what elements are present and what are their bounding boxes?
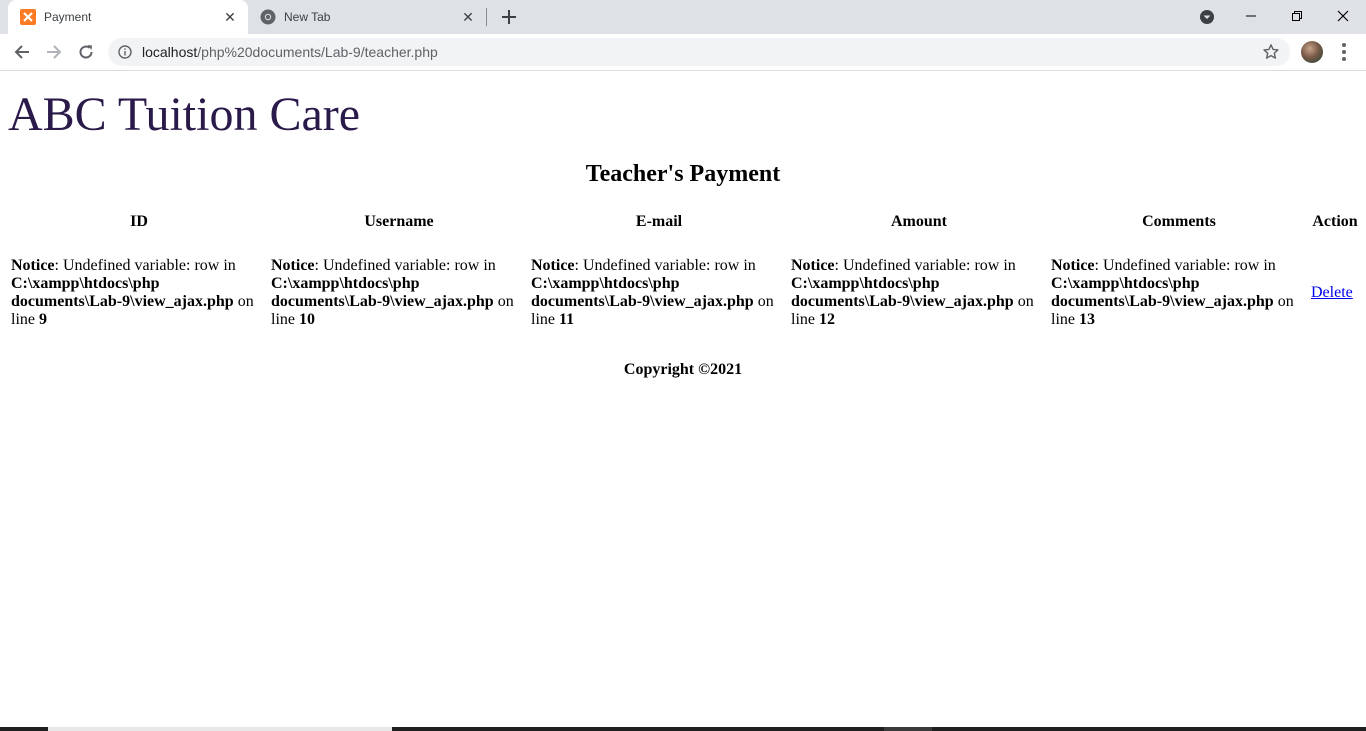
- taskbar-edge: [0, 727, 1366, 731]
- menu-button[interactable]: [1334, 42, 1354, 62]
- browser-toolbar: localhost/php%20documents/Lab-9/teacher.…: [0, 34, 1366, 71]
- delete-link[interactable]: Delete: [1311, 284, 1353, 301]
- notice-line-number: 12: [819, 311, 835, 328]
- footer-copyright: Copyright ©2021: [623, 361, 743, 378]
- dot: [1342, 57, 1346, 61]
- tab-payment[interactable]: Payment ✕: [8, 0, 248, 34]
- notice-cell: Notice: Undefined variable: row in C:\xa…: [1050, 255, 1308, 330]
- tab-separator: [486, 8, 487, 26]
- action-cell: Delete: [1310, 255, 1360, 330]
- column-header-action: Action: [1312, 213, 1358, 230]
- notice-path: C:\xampp\htdocs\php: [11, 275, 160, 292]
- browser-tabstrip: Payment ✕ New Tab ✕: [0, 0, 1366, 34]
- close-window-button[interactable]: [1320, 0, 1366, 32]
- plus-icon: [502, 10, 516, 24]
- restore-icon: [1292, 11, 1302, 21]
- payment-table: ID Username E-mail Amount Comments Actio…: [8, 209, 1362, 332]
- tab-search-button[interactable]: [1198, 8, 1216, 26]
- url-host: localhost: [142, 44, 198, 60]
- chevron-down-icon: [1200, 10, 1214, 24]
- info-icon[interactable]: [118, 45, 132, 59]
- notice-line-number: 11: [559, 311, 575, 328]
- forward-button[interactable]: [42, 40, 66, 64]
- column-header-id: ID: [130, 213, 148, 230]
- notice-file: documents\Lab-9\view_ajax.php: [791, 293, 1014, 310]
- notice-message: : Undefined variable: row in: [314, 257, 496, 274]
- page-title: Teacher's Payment: [585, 161, 781, 187]
- notice-cell: Notice: Undefined variable: row in C:\xa…: [790, 255, 1048, 330]
- notice-line-number: 9: [39, 311, 47, 328]
- dot: [1342, 50, 1346, 54]
- column-header-username: Username: [364, 213, 434, 230]
- notice-on: on: [233, 293, 254, 310]
- notice-path: C:\xampp\htdocs\php: [271, 275, 420, 292]
- notice-message: : Undefined variable: row in: [1094, 257, 1276, 274]
- notice-path: C:\xampp\htdocs\php: [531, 275, 680, 292]
- notice-file: documents\Lab-9\view_ajax.php: [1051, 293, 1274, 310]
- minimize-icon: [1246, 15, 1256, 17]
- address-bar[interactable]: localhost/php%20documents/Lab-9/teacher.…: [108, 38, 1290, 66]
- notice-line-word: line: [271, 311, 299, 328]
- notice-label: Notice: [791, 257, 835, 274]
- notice-cell: Notice: Undefined variable: row in C:\xa…: [530, 255, 788, 330]
- notice-on: on: [1013, 293, 1034, 310]
- close-icon: [1337, 10, 1349, 22]
- column-header-email: E-mail: [635, 213, 683, 230]
- notice-message: : Undefined variable: row in: [834, 257, 1016, 274]
- notice-label: Notice: [531, 257, 575, 274]
- notice-label: Notice: [11, 257, 55, 274]
- notice-file: documents\Lab-9\view_ajax.php: [531, 293, 754, 310]
- url-path: /php%20documents/Lab-9/teacher.php: [197, 44, 438, 60]
- notice-on: on: [753, 293, 774, 310]
- notice-file: documents\Lab-9\view_ajax.php: [271, 293, 494, 310]
- notice-line-word: line: [1051, 311, 1079, 328]
- arrow-left-icon: [14, 45, 29, 59]
- tab-label: New Tab: [284, 10, 331, 24]
- notice-file: documents\Lab-9\view_ajax.php: [11, 293, 234, 310]
- taskbar-segment: [884, 727, 932, 731]
- url-text[interactable]: localhost/php%20documents/Lab-9/teacher.…: [142, 44, 438, 60]
- notice-on: on: [1273, 293, 1294, 310]
- notice-message: : Undefined variable: row in: [54, 257, 236, 274]
- taskbar-segment: [48, 727, 392, 731]
- notice-label: Notice: [1051, 257, 1095, 274]
- site-title: ABC Tuition Care: [8, 88, 361, 141]
- notice-line-number: 10: [299, 311, 315, 328]
- notice-cell: Notice: Undefined variable: row in C:\xa…: [10, 255, 268, 330]
- new-tab-button[interactable]: [498, 6, 520, 28]
- reload-icon: [79, 45, 93, 59]
- avatar[interactable]: [1301, 41, 1323, 63]
- arrow-right-icon: [47, 45, 62, 59]
- chrome-icon: [260, 9, 276, 25]
- xampp-icon: [20, 9, 36, 25]
- column-header-comments: Comments: [1142, 213, 1216, 230]
- page-content: ABC Tuition Care Teacher's Payment ID Us…: [0, 71, 1366, 731]
- notice-on: on: [493, 293, 514, 310]
- notice-line-word: line: [791, 311, 819, 328]
- restore-button[interactable]: [1274, 0, 1320, 32]
- spacer-row: [10, 235, 1360, 253]
- column-header-amount: Amount: [890, 213, 947, 230]
- notice-path: C:\xampp\htdocs\php: [1051, 275, 1200, 292]
- star-icon[interactable]: [1262, 43, 1280, 61]
- close-tab-icon[interactable]: ✕: [220, 7, 240, 27]
- notice-label: Notice: [271, 257, 315, 274]
- notice-line-word: line: [531, 311, 559, 328]
- notice-cell: Notice: Undefined variable: row in C:\xa…: [270, 255, 528, 330]
- reload-button[interactable]: [74, 40, 98, 64]
- notice-message: : Undefined variable: row in: [574, 257, 756, 274]
- back-button[interactable]: [10, 40, 34, 64]
- notice-line-word: line: [11, 311, 39, 328]
- dot: [1342, 43, 1346, 47]
- notice-path: C:\xampp\htdocs\php: [791, 275, 940, 292]
- table-row: Notice: Undefined variable: row in C:\xa…: [10, 255, 1360, 330]
- notice-line-number: 13: [1079, 311, 1095, 328]
- tab-new-tab[interactable]: New Tab ✕: [250, 0, 486, 34]
- minimize-button[interactable]: [1228, 0, 1274, 32]
- tab-label: Payment: [44, 10, 92, 24]
- close-tab-icon[interactable]: ✕: [458, 7, 478, 27]
- table-header-row: ID Username E-mail Amount Comments Actio…: [10, 211, 1360, 233]
